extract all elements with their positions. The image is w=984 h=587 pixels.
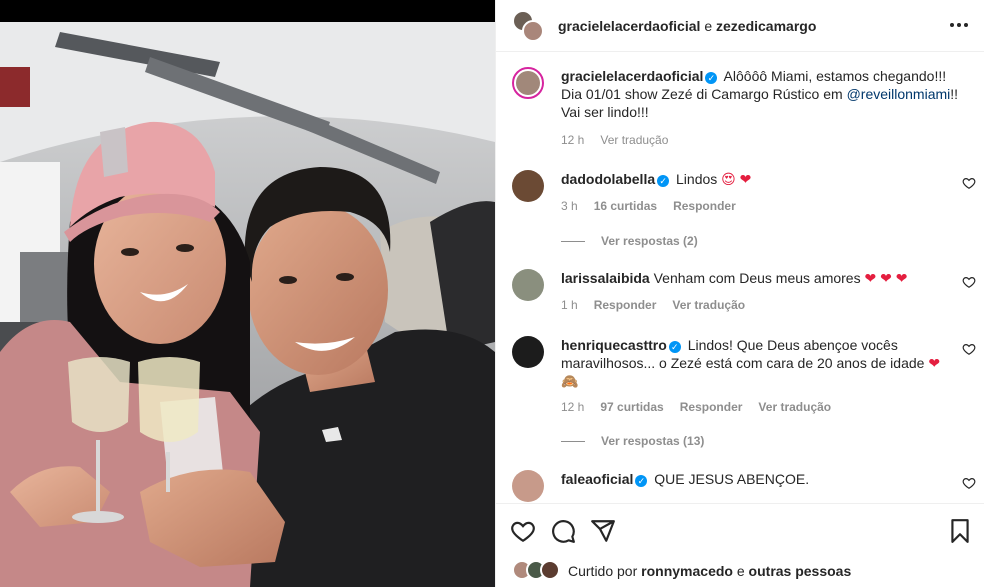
view-replies-label: Ver respostas (13): [601, 434, 705, 448]
comment-meta: 1 h Responder Ver tradução: [561, 298, 745, 312]
replies-divider: [561, 440, 585, 442]
likes-count[interactable]: 16 curtidas: [594, 199, 657, 213]
avatar[interactable]: [522, 19, 544, 42]
username-link[interactable]: henriquecasttro: [561, 337, 667, 353]
share-icon[interactable]: [590, 518, 616, 544]
username-link[interactable]: faleaoficial: [561, 471, 633, 487]
comment-text: larissalaibida Venham com Deus meus amor…: [561, 269, 951, 287]
emoji: 🙈: [561, 373, 579, 389]
emoji: ❤: [928, 355, 941, 371]
timestamp[interactable]: 1 h: [561, 298, 578, 312]
username-link[interactable]: larissalaibida: [561, 270, 650, 286]
timestamp[interactable]: 3 h: [561, 199, 578, 213]
liker-username-link[interactable]: ronnymacedo: [641, 563, 733, 579]
post-side-panel: gracielelacerdaoficial e zezedicamargo g…: [495, 0, 984, 587]
comment-text: henriquecasttro ✓ Lindos! Que Deus abenço…: [561, 336, 951, 390]
liked-prefix: Curtido por: [568, 563, 638, 579]
verified-icon: ✓: [705, 72, 718, 84]
caption: gracielelacerdaoficial ✓ Alôôôô Miami, es…: [512, 67, 972, 157]
author-link[interactable]: zezedicamargo: [716, 18, 816, 34]
liker-avatars[interactable]: [512, 560, 564, 582]
verified-icon: ✓: [657, 175, 670, 187]
replies-divider: [561, 240, 585, 242]
like-heart-icon[interactable]: [962, 342, 976, 356]
reply-button[interactable]: Responder: [673, 199, 736, 213]
reply-button[interactable]: Responder: [594, 298, 657, 312]
more-horizontal-icon[interactable]: [947, 15, 971, 35]
comment-item: dadodolabella ✓ Lindos 😍 ❤ 3 h 16 curtida…: [512, 170, 976, 250]
caption-meta: 12 h Ver tradução: [561, 133, 668, 147]
collab-avatars[interactable]: [512, 9, 544, 42]
avatar[interactable]: [512, 170, 544, 202]
timestamp[interactable]: 12 h: [561, 400, 584, 414]
comment-text: faleaoficial ✓ QUE JESUS ABENÇOE.: [561, 470, 951, 488]
post-authors: gracielelacerdaoficial e zezedicamargo: [558, 18, 816, 34]
comment-item: larissalaibida Venham com Deus meus amor…: [512, 269, 976, 319]
like-heart-icon[interactable]: [962, 476, 976, 490]
translate-link[interactable]: Ver tradução: [758, 400, 831, 414]
author-link[interactable]: gracielelacerdaoficial: [558, 18, 700, 34]
liked-conj: e: [736, 563, 745, 579]
emoji: ❤ ❤ ❤: [864, 270, 908, 286]
verified-icon: ✓: [635, 475, 648, 487]
others-link[interactable]: outras pessoas: [749, 563, 852, 579]
liked-by: Curtido por ronnymacedo e outras pessoas: [512, 560, 851, 582]
comment-body: Lindos: [676, 171, 718, 187]
post-photo[interactable]: [0, 0, 495, 587]
translate-link[interactable]: Ver tradução: [672, 298, 745, 312]
view-replies-button[interactable]: Ver respostas (2): [561, 234, 698, 248]
comment-item: henriquecasttro ✓ Lindos! Que Deus abenço…: [512, 336, 976, 448]
view-replies-label: Ver respostas (2): [601, 234, 698, 248]
post-actions: Curtido por ronnymacedo e outras pessoas: [496, 503, 984, 587]
emoji: 😍 ❤: [721, 171, 752, 187]
caption-text: gracielelacerdaoficial ✓ Alôôôô Miami, es…: [561, 67, 961, 121]
comment-body: Venham com Deus meus amores: [653, 270, 861, 286]
comment-meta: 3 h 16 curtidas Responder: [561, 199, 736, 213]
username-link[interactable]: dadodolabella: [561, 171, 655, 187]
translate-link[interactable]: Ver tradução: [600, 133, 668, 147]
view-replies-button[interactable]: Ver respostas (13): [561, 434, 704, 448]
likes-count[interactable]: 97 curtidas: [600, 400, 663, 414]
photo-top-bar: [0, 0, 495, 22]
username-link[interactable]: gracielelacerdaoficial: [561, 68, 703, 84]
post-image: [0, 22, 495, 587]
like-heart-icon[interactable]: [962, 275, 976, 289]
verified-icon: ✓: [668, 341, 681, 353]
avatar[interactable]: [512, 336, 544, 368]
comment-text: dadodolabella ✓ Lindos 😍 ❤: [561, 170, 951, 188]
comment-icon[interactable]: [550, 518, 576, 544]
avatar[interactable]: [512, 269, 544, 301]
avatar: [540, 560, 560, 580]
avatar[interactable]: [512, 470, 544, 502]
timestamp[interactable]: 12 h: [561, 133, 584, 147]
comment-meta: 12 h 97 curtidas Responder Ver tradução: [561, 400, 831, 414]
author-conjunction: e: [704, 17, 713, 34]
reply-button[interactable]: Responder: [680, 400, 743, 414]
comments-section: gracielelacerdaoficial ✓ Alôôôô Miami, es…: [496, 53, 984, 503]
avatar[interactable]: [512, 67, 544, 99]
bookmark-icon[interactable]: [947, 518, 973, 544]
like-heart-icon[interactable]: [510, 518, 536, 544]
mention-link[interactable]: @reveillonmiami: [847, 86, 951, 102]
comment-item: faleaoficial ✓ QUE JESUS ABENÇOE.: [512, 470, 976, 503]
comment-body: QUE JESUS ABENÇOE.: [654, 471, 810, 487]
post-header: gracielelacerdaoficial e zezedicamargo: [496, 0, 984, 52]
like-heart-icon[interactable]: [962, 176, 976, 190]
